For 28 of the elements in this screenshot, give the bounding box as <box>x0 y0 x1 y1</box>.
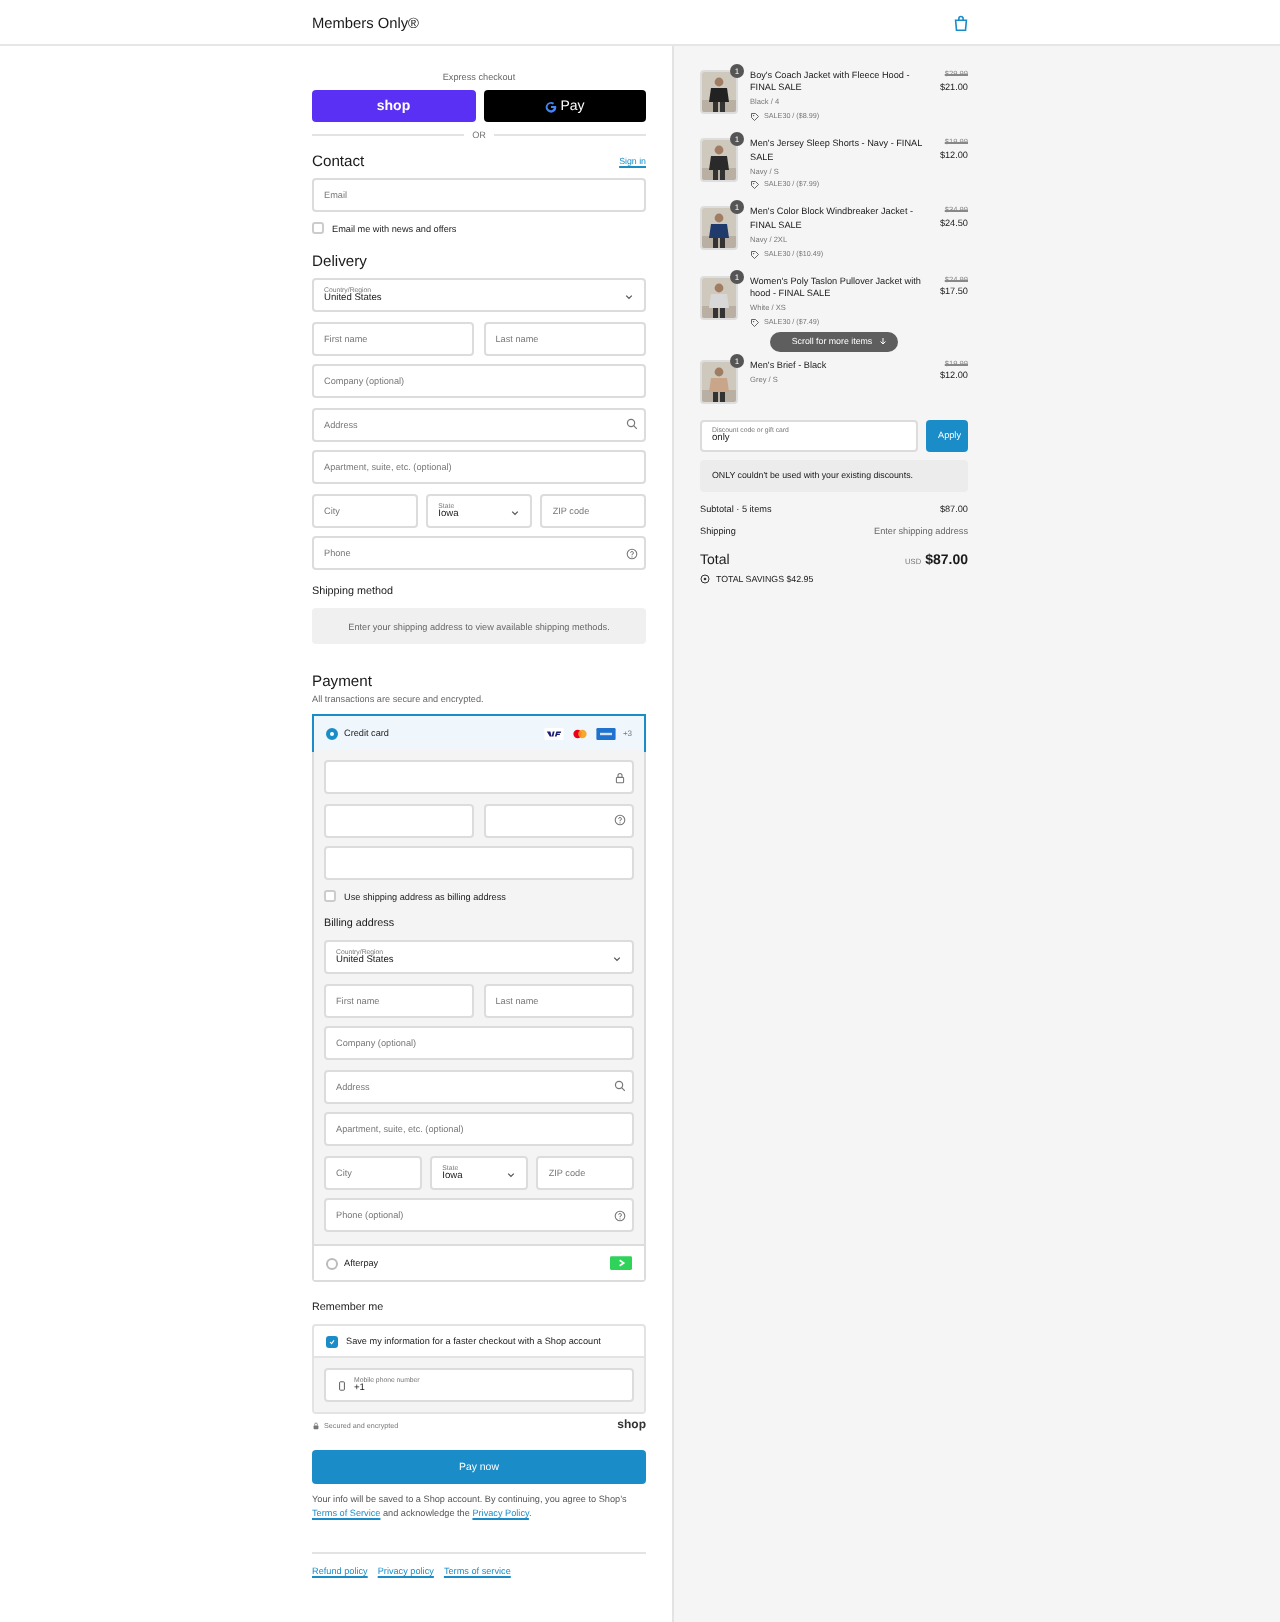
help-icon[interactable] <box>626 547 638 559</box>
chevron-down-icon <box>507 505 522 519</box>
chevron-down-icon <box>503 1167 518 1181</box>
search-icon <box>626 418 638 430</box>
input-field[interactable] <box>324 760 634 794</box>
lock-icon <box>614 771 626 783</box>
afterpay-logo-icon <box>610 1256 632 1270</box>
mastercard-logo-icon <box>570 727 591 739</box>
mobile-phone-icon <box>336 1379 348 1391</box>
google-g-logo-icon <box>544 99 559 113</box>
chevron-down-icon <box>610 952 624 966</box>
input-field[interactable] <box>324 803 475 837</box>
search-icon <box>614 1080 626 1092</box>
help-icon[interactable] <box>614 814 626 826</box>
input-field[interactable] <box>324 846 634 880</box>
input-field[interactable] <box>483 803 634 837</box>
radio-button[interactable] <box>326 727 338 739</box>
arrow-down-icon <box>878 336 889 347</box>
visa-logo-icon <box>544 727 565 739</box>
shopping-bag-icon[interactable] <box>952 13 970 31</box>
checkbox[interactable] <box>326 1335 338 1347</box>
checkbox[interactable] <box>312 222 324 234</box>
help-icon[interactable] <box>614 1209 626 1221</box>
chevron-down-icon <box>622 290 636 304</box>
amex-logo-icon <box>596 727 617 739</box>
lock-icon <box>312 1422 320 1430</box>
radio-button[interactable] <box>326 1257 338 1269</box>
checkbox[interactable] <box>324 890 336 902</box>
